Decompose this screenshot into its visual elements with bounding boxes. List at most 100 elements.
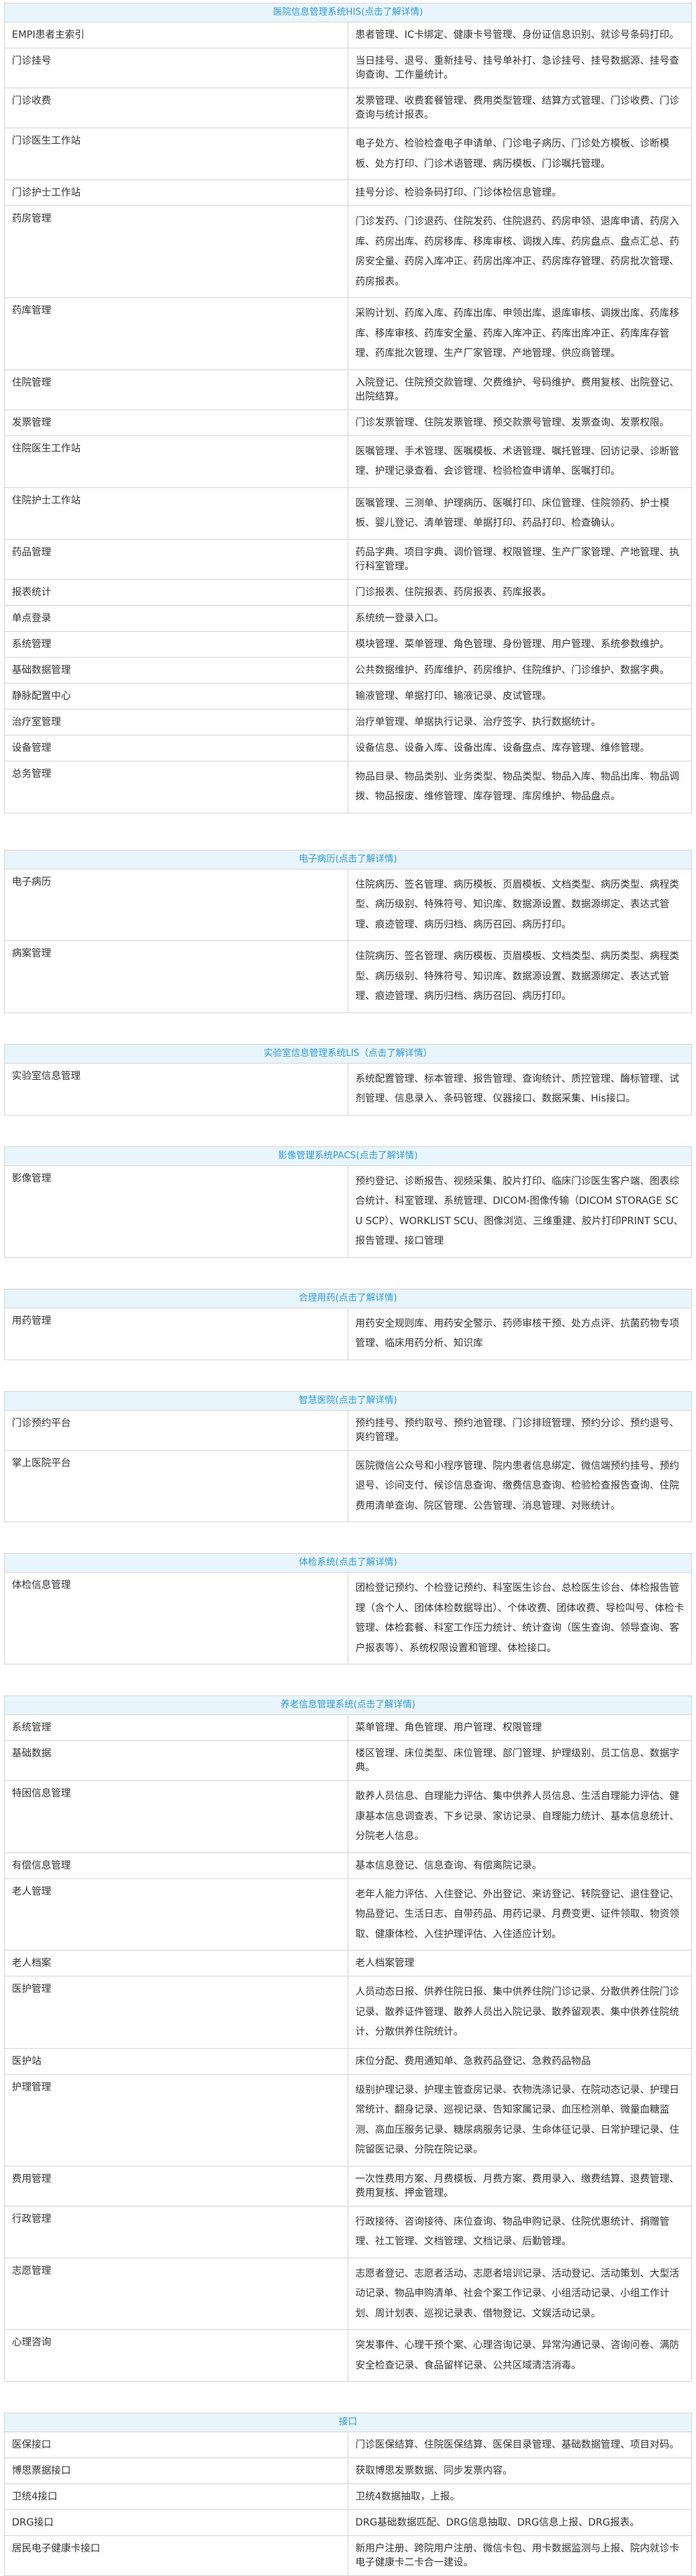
module-desc: 老年人能力评估、入住登记、外出登记、来访登记、转院登记、退住登记、物品登记、生活… [348, 1878, 692, 1951]
module-name: 药库管理 [4, 297, 348, 370]
section-title-link[interactable]: 养老信息管理系统(点击了解详情) [4, 1695, 692, 1715]
table-row: 门诊预约平台 预约挂号、预约取号、预约池管理、门诊排班管理、预约分诊、预约退号、爽… [4, 1409, 692, 1451]
table-row: 系统管理 菜单管理、角色管理、用户管理、权限管理 [4, 1714, 692, 1741]
lis-section: 实验室信息管理系统LIS（点击了解详情） 实验室信息管理 系统配置管理、标本管理、… [4, 1043, 692, 1116]
module-name: 护理管理 [4, 2073, 348, 2167]
module-name: 体检信息管理 [4, 1572, 348, 1665]
page: 医院信息管理系统HIS(点击了解详情) EMPI患者主索引 患者管理、IC卡绑定、… [0, 0, 696, 2576]
module-name: 住院护士工作站 [4, 487, 348, 540]
module-name: 老人档案 [4, 1950, 348, 1977]
module-name: DRG接口 [4, 2509, 348, 2536]
module-name: 门诊预约平台 [4, 1409, 348, 1451]
module-desc: 发票管理、收费套餐管理、费用类型管理、结算方式管理、门诊收费、门诊查询与统计报表… [348, 88, 692, 128]
module-name: 设备管理 [4, 734, 348, 761]
table-row: 药品管理 药品字典、项目字典、调价管理、权限管理、生产厂家管理、产地管理、执行科室… [4, 538, 692, 580]
module-name: 有偿信息管理 [4, 1852, 348, 1879]
module-name: 特困信息管理 [4, 1780, 348, 1853]
table-row: 医护站 床位分配、费用通知单、急救药品登记、急救药品物品 [4, 2047, 692, 2075]
pacs-section: 影像管理系统PACS(点击了解详情) 影像管理 预约登记、诊断报告、视频采集、胶片… [4, 1146, 692, 1258]
section-title-link[interactable]: 智慧医院(点击了解详情) [4, 1390, 692, 1411]
module-desc: 公共数据维护、药库维护、药房维护、住院维护、门诊维护、数据字典。 [348, 656, 692, 684]
module-desc: 用药安全规则库、用药安全警示、药师审核干预、处方点评、抗菌药物专项管理、临床用药… [348, 1307, 692, 1360]
section-title-link[interactable]: 影像管理系统PACS(点击了解详情) [4, 1146, 692, 1166]
table-row: 门诊收费 发票管理、收费套餐管理、费用类型管理、结算方式管理、门诊收费、门诊查询与… [4, 88, 692, 128]
module-desc: 基本信息登记、信息查询、有偿离院记录。 [348, 1852, 692, 1879]
section-title-link[interactable]: 实验室信息管理系统LIS（点击了解详情） [4, 1043, 692, 1064]
emr-section: 电子病历(点击了解详情) 电子病历 住院病历、签名管理、病历模板、页眉模板、文档类… [4, 849, 692, 1013]
module-desc: 门诊医保结算、住院医保结算、医保目录管理、基础数据管理、项目对码。 [348, 2432, 692, 2458]
module-name: 老人管理 [4, 1878, 348, 1951]
table-row: 门诊医生工作站 电子处方、检验检查电子申请单、门诊电子病历、门诊处方模板、诊断模板… [4, 128, 692, 180]
table-row: 基础数据 楼区管理、床位类型、床位管理、部门管理、护理级别、员工信息、数据字典。 [4, 1740, 692, 1781]
module-desc: 系统配置管理、标本管理、报告管理、查询统计、质控管理、酶标管理、试剂管理、信息录… [348, 1062, 692, 1116]
table-row: 居民电子健康卡接口 新用户注册、跨院用户注册、微信卡包、用卡数据监测与上报、院内就… [4, 2535, 692, 2576]
module-name: 静脉配置中心 [4, 682, 348, 710]
smart-section: 智慧医院(点击了解详情) 门诊预约平台 预约挂号、预约取号、预约池管理、门诊排班管… [4, 1390, 692, 1523]
module-name: EMPI患者主索引 [4, 22, 348, 48]
drug-section: 合理用药(点击了解详情) 用药管理 用药安全规则库、用药安全警示、药师审核干预、处… [4, 1288, 692, 1360]
module-name: 心理咨询 [4, 2329, 348, 2382]
module-name: 门诊护士工作站 [4, 179, 348, 206]
module-desc: 楼区管理、床位类型、床位管理、部门管理、护理级别、员工信息、数据字典。 [348, 1740, 692, 1781]
module-name: 费用管理 [4, 2165, 348, 2206]
module-name: 药品管理 [4, 538, 348, 580]
table-row: 基础数据管理 公共数据维护、药库维护、药房维护、住院维护、门诊维护、数据字典。 [4, 656, 692, 684]
module-desc: 门诊发药、门诊退药、住院发药、住院退药、药房申领、退库申请、药房入库、药房出库、… [348, 205, 692, 298]
module-desc: 系统统一登录入口。 [348, 604, 692, 632]
module-name: 掌上医院平台 [4, 1449, 348, 1522]
table-row: 心理咨询 突发事件、心理干预个案、心理咨询记录、异常沟通记录、咨询问卷、满防安全检… [4, 2329, 692, 2382]
module-desc: 门诊发票管理、住院发票管理、预交款票号管理、发票查询、发票权限。 [348, 409, 692, 436]
exam-section: 体检系统(点击了解详情) 体检信息管理 团检登记预约、个检登记预约、科室医生诊台、… [4, 1553, 692, 1665]
table-row: 报表统计 门诊报表、住院报表、药房报表、药库报表。 [4, 578, 692, 606]
module-name: 系统管理 [4, 1714, 348, 1741]
section-title-link[interactable]: 医院信息管理系统HIS(点击了解详情) [4, 3, 692, 22]
table-row: 药库管理 采购计划、药库入库、药库出库、申领出库、退库审核、调拨出库、药库移库、移… [4, 297, 692, 370]
table-row: 用药管理 用药安全规则库、用药安全警示、药师审核干预、处方点评、抗菌药物专项管理、… [4, 1307, 692, 1360]
table-row: 住院管理 入院登记、住院预交款管理、欠费维护、号码维护、费用复核、出院登记、出院结… [4, 369, 692, 410]
module-name: 医护站 [4, 2047, 348, 2075]
module-desc: DRG基础数据匹配、DRG信息抽取、DRG信息上报、DRG报表。 [348, 2509, 692, 2536]
module-desc: 药品字典、项目字典、调价管理、权限管理、生产厂家管理、产地管理、执行科室管理。 [348, 538, 692, 580]
module-desc: 老人档案管理 [348, 1950, 692, 1977]
module-name: 住院管理 [4, 369, 348, 410]
module-desc: 志愿者登记、志愿者活动、志愿者培训记录、活动登记、活动策划、大型活动记录、物品申… [348, 2257, 692, 2330]
table-row: 特困信息管理 散养人员信息、自理能力评估、集中供养人员信息、生活自理能力评估、健康… [4, 1780, 692, 1853]
module-desc: 床位分配、费用通知单、急救药品登记、急救药品物品 [348, 2047, 692, 2075]
section-title-link[interactable]: 体检系统(点击了解详情) [4, 1553, 692, 1573]
module-name: 病案管理 [4, 940, 348, 1013]
module-name: 发票管理 [4, 409, 348, 436]
module-desc: 医院微信公众号和小程序管理、院内患者信息绑定、微信端预约挂号、预约退号、诊间支付… [348, 1449, 692, 1522]
his-section: 医院信息管理系统HIS(点击了解详情) EMPI患者主索引 患者管理、IC卡绑定、… [4, 3, 692, 813]
module-desc: 采购计划、药库入库、药库出库、申领出库、退库审核、调拨出库、药库移库、移库审核、… [348, 297, 692, 370]
module-desc: 住院病历、签名管理、病历模板、页眉模板、文档类型、病历类型、病程类型、病历级别、… [348, 868, 692, 941]
module-name: 实验室信息管理 [4, 1062, 348, 1116]
table-row: 静脉配置中心 输液管理、单据打印、输液记录、皮试管理。 [4, 682, 692, 710]
table-row: DRG接口 DRG基础数据匹配、DRG信息抽取、DRG信息上报、DRG报表。 [4, 2509, 692, 2536]
module-name: 医保接口 [4, 2432, 348, 2458]
interface-section: 接口 医保接口 门诊医保结算、住院医保结算、医保目录管理、基础数据管理、项目对码。… [4, 2413, 692, 2576]
table-row: 影像管理 预约登记、诊断报告、视频采集、胶片打印、临床门诊医生客户端、图表综合统计… [4, 1165, 692, 1258]
module-desc: 电子处方、检验检查电子申请单、门诊电子病历、门诊处方模板、诊断模板、处方打印、门… [348, 128, 692, 180]
module-name: 门诊收费 [4, 88, 348, 128]
module-name: 报表统计 [4, 578, 348, 606]
table-row: 单点登录 系统统一登录入口。 [4, 604, 692, 632]
module-desc: 模块管理、菜单管理、角色管理、身份管理、用户管理、系统参数维护。 [348, 630, 692, 658]
table-row: 医护管理 人员动态日报、供养住院日报、集中供养住院门诊记录、分散供养住院门诊记录、… [4, 1976, 692, 2049]
module-desc: 散养人员信息、自理能力评估、集中供养人员信息、生活自理能力评估、健康基本信息调查… [348, 1780, 692, 1853]
section-title-link[interactable]: 合理用药(点击了解详情) [4, 1288, 692, 1308]
section-title: 接口 [4, 2413, 692, 2432]
module-name: 单点登录 [4, 604, 348, 632]
section-title-link[interactable]: 电子病历(点击了解详情) [4, 849, 692, 869]
module-name: 博思票据接口 [4, 2458, 348, 2484]
module-desc: 医嘱管理、手术管理、医嘱模板、术语管理、嘱托管理、回访记录、诊断管理、护理记录查… [348, 435, 692, 488]
module-name: 志愿管理 [4, 2257, 348, 2330]
table-row: 住院医生工作站 医嘱管理、手术管理、医嘱模板、术语管理、嘱托管理、回访记录、诊断管… [4, 435, 692, 488]
module-name: 卫统4接口 [4, 2483, 348, 2510]
module-name: 电子病历 [4, 868, 348, 941]
